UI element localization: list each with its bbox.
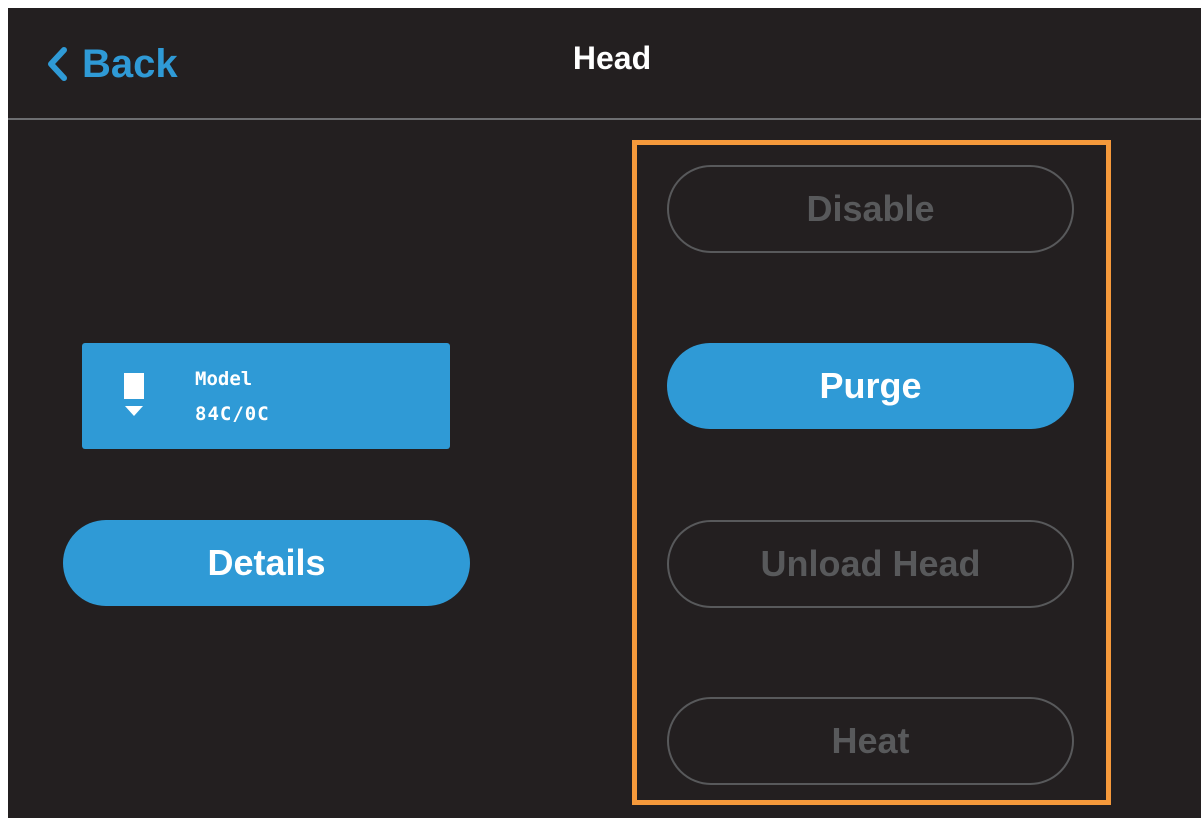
printer-screen: Back Head Model 84C/0C Details Disable P… — [8, 8, 1201, 818]
head-card-label: Model — [195, 368, 253, 390]
heat-button[interactable]: Heat — [667, 697, 1074, 785]
purge-button[interactable]: Purge — [667, 343, 1074, 429]
head-status-card[interactable]: Model 84C/0C — [82, 343, 450, 449]
details-button[interactable]: Details — [63, 520, 470, 606]
disable-button[interactable]: Disable — [667, 165, 1074, 253]
nozzle-icon — [124, 373, 144, 416]
header-divider — [8, 118, 1201, 120]
page-title: Head — [572, 40, 652, 76]
head-card-temperature: 84C/0C — [195, 403, 270, 425]
unload-head-button[interactable]: Unload Head — [667, 520, 1074, 608]
header: Back Head — [8, 8, 1201, 118]
